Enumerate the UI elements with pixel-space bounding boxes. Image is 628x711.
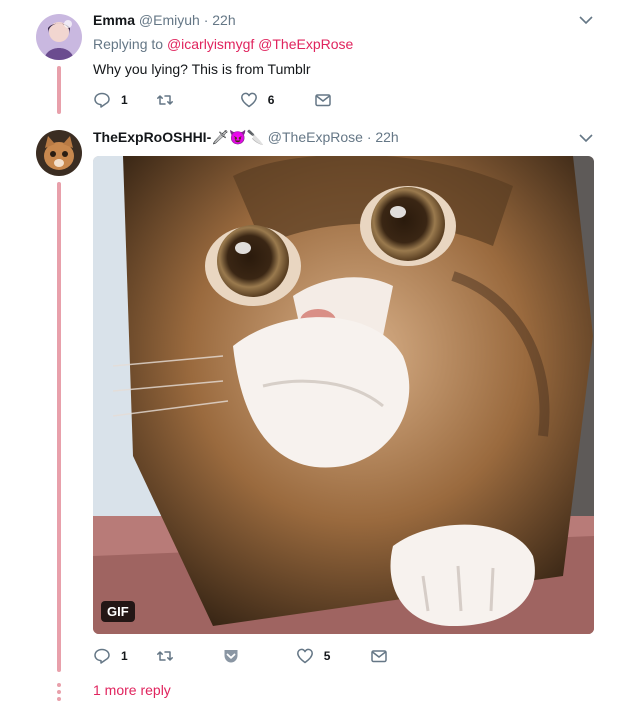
envelope-icon: [315, 94, 332, 107]
tweet-header: Emma @Emiyuh · 22h: [93, 11, 236, 29]
display-name[interactable]: TheExpRoOSHHI-: [93, 129, 211, 145]
like-button[interactable]: 5: [296, 647, 331, 665]
like-count: 5: [323, 649, 331, 663]
reply-icon: [94, 92, 110, 108]
tweet-header: TheExpRoOSHHI-🗡😈🔪 @TheExpRose · 22h: [93, 128, 399, 146]
user-handle[interactable]: @TheExpRose: [268, 129, 363, 145]
name-emoji: 🗡😈🔪: [211, 129, 264, 145]
thread-line: [57, 182, 61, 672]
avatar[interactable]: [36, 14, 82, 60]
heart-icon: [296, 648, 313, 664]
timestamp[interactable]: · 22h: [367, 129, 399, 145]
display-name[interactable]: Emma: [93, 12, 135, 28]
kitten-image: [93, 156, 594, 634]
like-count: 6: [267, 93, 275, 107]
pocket-icon: [224, 650, 238, 663]
envelope-icon: [371, 650, 388, 663]
direct-message-button[interactable]: [370, 647, 388, 665]
user-handle[interactable]: @Emiyuh: [139, 12, 200, 28]
reply-icon: [94, 648, 110, 664]
retweet-button[interactable]: [156, 647, 174, 665]
timestamp[interactable]: · 22h: [204, 12, 236, 28]
mention-link[interactable]: @TheExpRose: [258, 36, 353, 52]
direct-message-button[interactable]: [314, 91, 332, 109]
tweet-text: Why you lying? This is from Tumblr: [93, 61, 311, 77]
gif-media[interactable]: GIF: [93, 156, 594, 634]
replying-to: Replying to @icarlyismygf @TheExpRose: [93, 36, 353, 52]
tweet-actions: 1 6: [93, 89, 332, 111]
mention-link[interactable]: @icarlyismygf: [167, 36, 254, 52]
replying-prefix: Replying to: [93, 36, 164, 52]
reply-button[interactable]: 1: [93, 647, 128, 665]
tweet-actions: 1 5: [93, 645, 388, 667]
thread-dots: [57, 683, 61, 704]
like-button[interactable]: 6: [240, 91, 275, 109]
reply-button[interactable]: 1: [93, 91, 128, 109]
reply-count: 1: [121, 649, 128, 663]
heart-icon: [240, 92, 257, 108]
retweet-icon: [156, 95, 173, 105]
chevron-down-icon[interactable]: [578, 130, 594, 146]
gif-badge: GIF: [101, 601, 135, 622]
chevron-down-icon[interactable]: [578, 12, 594, 28]
more-replies-link[interactable]: 1 more reply: [93, 682, 171, 698]
avatar[interactable]: [36, 130, 82, 176]
pocket-button[interactable]: [222, 647, 240, 665]
reply-count: 1: [121, 93, 128, 107]
retweet-icon: [156, 651, 173, 661]
retweet-button[interactable]: [156, 91, 174, 109]
thread-line: [57, 66, 61, 114]
